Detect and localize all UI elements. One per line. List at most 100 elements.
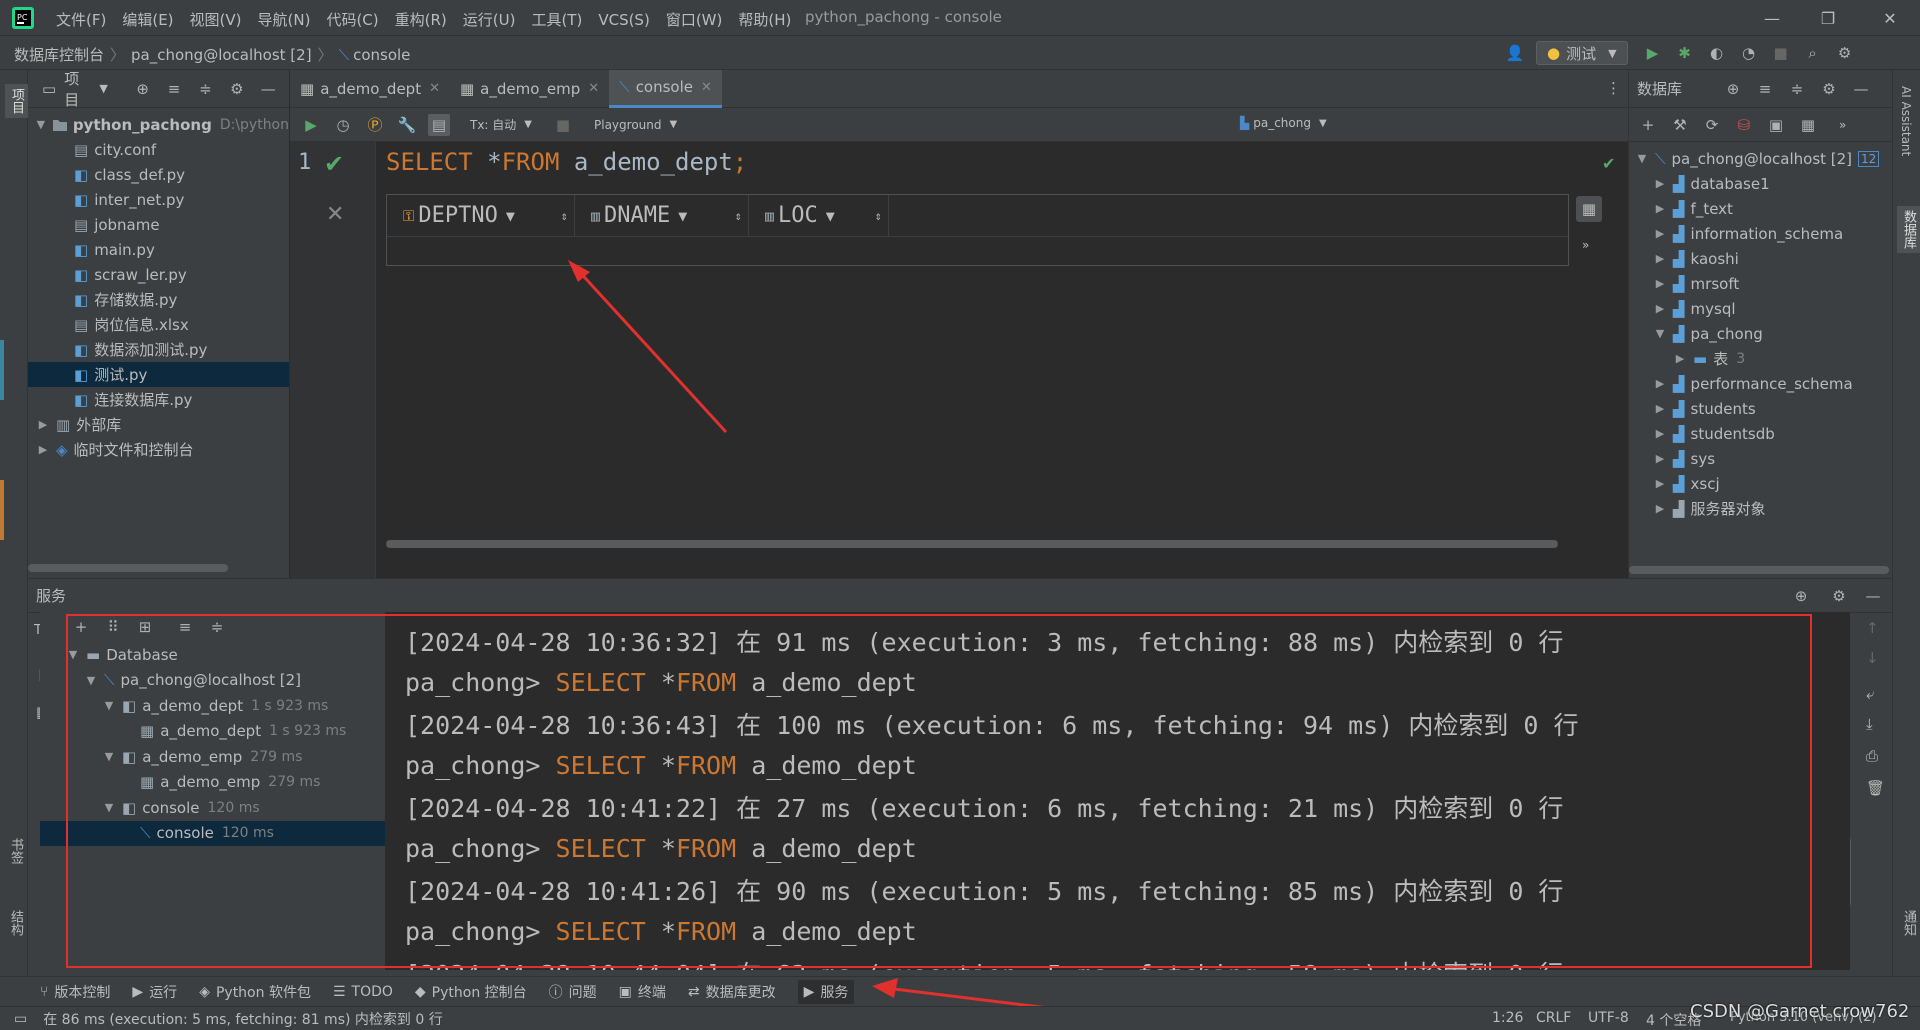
run-config-select[interactable]: ● 测试 ▼ [1536,41,1628,65]
code-editor[interactable]: SELECT * FROM a_demo_dept; ✔ ⚿ DEPTNO ▼ ⇕ ▥ DN… [376,142,1628,578]
hide-icon[interactable]: — [1862,585,1884,607]
table-view-icon[interactable]: ▤ [428,113,450,136]
project-tool-tab[interactable]: 项目 [5,84,28,118]
bottom-tab[interactable]: ⓘ 问题 [549,982,597,1002]
bottom-tab[interactable]: ☰ TODO [333,984,393,1000]
run-icon[interactable]: ▶ [1642,42,1664,64]
expand-all-icon[interactable]: ≡ [174,616,196,638]
horizontal-scrollbar[interactable] [28,564,228,572]
file-item[interactable]: ◧ 连接数据库.py [28,387,289,412]
menu-item[interactable]: 重构(R) [395,9,447,30]
locate-icon[interactable]: ⊕ [1790,585,1812,607]
schema-item[interactable]: ▶ ▟ xscj [1629,471,1892,496]
column-header[interactable]: ▥ DNAME ▼ ⇕ [575,194,749,237]
tables-node[interactable]: ▶ ▬ 表 3 [1629,346,1892,371]
file-item[interactable]: ▤ city.conf [28,137,289,162]
print-icon[interactable]: ⎙ [1866,747,1878,765]
grid-layout-icon[interactable]: ▦ [1576,196,1602,222]
column-header[interactable]: ▥ LOC ▼ ⇕ [749,194,889,237]
refresh-icon[interactable]: ⟳ [1701,114,1723,136]
close-icon[interactable]: ✕ [701,80,712,95]
file-item[interactable]: ◧ 数据添加测试.py [28,337,289,362]
hide-icon[interactable]: — [1850,78,1872,100]
menu-item[interactable]: VCS(S) [598,11,649,29]
playground-select[interactable]: Playground ▼ [594,118,677,132]
scroll-up-icon[interactable]: ↑ [1866,619,1879,637]
status-toggle-icon[interactable]: ▭ [14,1011,27,1027]
search-icon[interactable]: ⌕ [1802,42,1824,64]
notifications-tool-tab[interactable]: 通知 [1899,910,1918,936]
tab-a-demo-emp[interactable]: ▦ a_demo_emp ✕ [450,70,609,108]
menu-item[interactable]: 导航(N) [258,9,311,30]
history-icon[interactable]: ◷ [332,114,354,136]
close-window-button[interactable]: ✕ [1862,0,1918,36]
menu-item[interactable]: 编辑(E) [122,9,173,30]
horizontal-scrollbar[interactable] [386,540,1558,548]
chevron-down-icon[interactable]: ▼ [99,82,107,95]
schema-item[interactable]: ▶ ▟ database1 [1629,171,1892,196]
close-icon[interactable]: ✕ [588,81,599,96]
soft-wrap-icon[interactable]: ⤶ [1866,685,1874,703]
datasource-select[interactable]: ▙ pa_chong ▼ [1240,116,1327,130]
menu-item[interactable]: 运行(U) [463,9,516,30]
collapse-all-icon[interactable]: ≑ [1786,78,1808,100]
bottom-tab[interactable]: ⑂ 版本控制 [40,982,110,1002]
schema-item[interactable]: ▶ ▟ students [1629,396,1892,421]
db-root[interactable]: ▼ ⟍ pa_chong@localhost [2] 12 [1629,146,1892,171]
menu-item[interactable]: 文件(F) [56,9,106,30]
gear-icon[interactable]: ⚙ [1818,78,1840,100]
file-item[interactable]: ◧ 存储数据.py [28,287,289,312]
schema-item[interactable]: ▼ ▟ pa_chong [1629,321,1892,346]
stop-icon[interactable]: ■ [552,114,574,136]
bottom-tab[interactable]: ▶ 服务 [797,979,855,1004]
add-icon[interactable]: + [70,616,92,638]
schema-item[interactable]: ▶ ▟ studentsdb [1629,421,1892,446]
file-item[interactable]: ◧ scraw_ler.py [28,262,289,287]
new-tab-icon[interactable]: ⊞ [134,616,156,638]
service-node[interactable]: ▼ ◧ a_demo_emp 279 ms [40,744,385,770]
service-node[interactable]: ▼ ⟍ pa_chong@localhost [2] [40,668,385,694]
horizontal-scrollbar[interactable] [1629,566,1889,574]
properties-icon[interactable]: ⚒ [1669,114,1691,136]
expand-more-icon[interactable]: » [1582,238,1589,252]
filter-icon[interactable]: ▼ [826,207,835,225]
ai-assistant-tool-tab[interactable]: AI Assistant [1899,86,1913,156]
tab-console[interactable]: ⟍ console ✕ [609,69,722,108]
file-item[interactable]: ◧ inter_net.py [28,187,289,212]
locate-icon[interactable]: ⊕ [132,78,153,100]
tab-a-demo-dept[interactable]: ▦ a_demo_dept ✕ [290,70,450,108]
minimize-button[interactable]: — [1744,0,1800,36]
bottom-tab[interactable]: ⇄ 数据库更改 [688,982,776,1002]
column-header[interactable]: ⚿ DEPTNO ▼ ⇕ [387,194,575,237]
collapse-all-icon[interactable]: ≑ [195,78,216,100]
filter-icon[interactable]: ▼ [678,207,687,225]
console-output[interactable]: [2024-04-28 10:36:32] 在 91 ms (execution… [385,612,1850,970]
bottom-tab[interactable]: ◆ Python 控制台 [415,982,527,1002]
schema-item[interactable]: ▶ ▟ f_text [1629,196,1892,221]
expand-all-icon[interactable]: ≡ [1754,78,1776,100]
bottom-tab[interactable]: ▣ 终端 [619,982,666,1002]
file-item[interactable]: ◧ main.py [28,237,289,262]
line-separator[interactable]: CRLF [1536,1010,1571,1026]
add-icon[interactable]: + [1637,114,1659,136]
menu-item[interactable]: 帮助(H) [738,9,791,30]
service-node[interactable]: ▼ ◧ console 120 ms [40,795,385,821]
schema-item[interactable]: ▶ ▟ 服务器对象 [1629,496,1892,521]
expand-more-icon[interactable]: » [1839,118,1846,132]
user-icon[interactable]: 👤 [1504,42,1526,64]
wrench-icon[interactable]: 🔧 [396,114,418,136]
gear-icon[interactable]: ⚙ [1828,585,1850,607]
service-node[interactable]: ▦ a_demo_emp 279 ms [40,770,385,796]
project-panel-title[interactable]: 项目 [64,68,93,110]
restore-button[interactable]: ❐ [1800,0,1856,36]
file-encoding[interactable]: UTF-8 [1588,1010,1629,1026]
collapse-all-icon[interactable]: ≑ [206,616,228,638]
schema-item[interactable]: ▶ ▟ sys [1629,446,1892,471]
stop-icon[interactable]: ■ [1770,42,1792,64]
gear-icon[interactable]: ⚙ [226,78,247,100]
file-item[interactable]: ▤ 岗位信息.xlsx [28,312,289,337]
caret-position[interactable]: 1:26 [1492,1010,1523,1026]
debug-icon[interactable]: ✱ [1674,42,1696,64]
locate-icon[interactable]: ⊕ [1722,78,1744,100]
project-root[interactable]: ▼ python_pachong D:\python [28,112,289,137]
